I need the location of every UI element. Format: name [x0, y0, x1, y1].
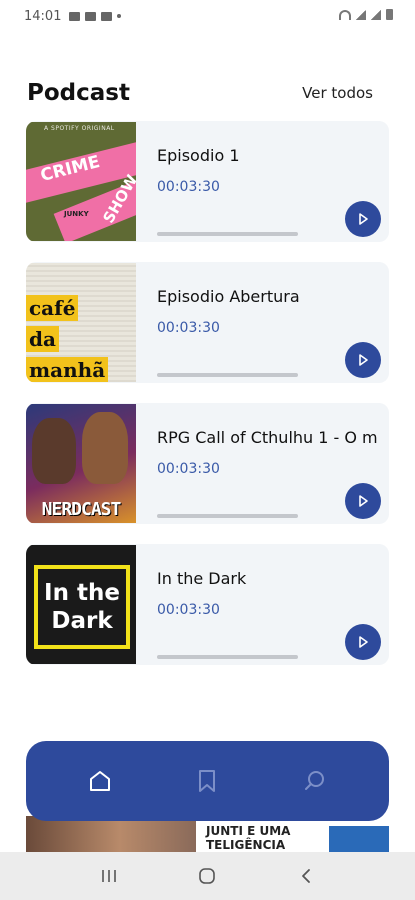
crime-show-cover: A SPOTIFY ORIGINAL CRIME SHOW JUNKY [26, 122, 136, 241]
cover-word: café [26, 295, 79, 321]
peek-image [26, 816, 196, 854]
episode-card[interactable]: A SPOTIFY ORIGINAL CRIME SHOW JUNKY Epis… [26, 121, 389, 242]
cover-word: NERDCAST [41, 499, 122, 520]
recent-apps-icon [102, 870, 116, 882]
bottom-nav [26, 741, 389, 821]
bookmark-icon [199, 770, 216, 792]
image-notification-icon [69, 11, 81, 21]
episode-duration: 00:03:30 [157, 320, 220, 336]
content-peek: JUNTI E UMA TELIGÊNCIA RTIFICIAL [26, 816, 389, 854]
episode-card[interactable]: NERDCAST RPG Call of Cthulhu 1 - O m 00:… [26, 403, 389, 524]
progress-bar[interactable] [157, 514, 298, 518]
nav-search[interactable] [295, 761, 335, 801]
episode-card[interactable]: In the Dark In the Dark 00:03:30 [26, 544, 389, 665]
cover-frame: In the Dark [34, 565, 130, 649]
cover-figure [82, 412, 128, 484]
status-time: 14:01 [24, 8, 62, 24]
wifi-icon [339, 9, 351, 20]
back-icon [301, 869, 310, 883]
battery-icon [386, 9, 393, 20]
cover-word: In the [44, 580, 120, 606]
nav-home[interactable] [80, 761, 120, 801]
home-circle-icon [199, 868, 216, 884]
cover-subtitle: A SPOTIFY ORIGINAL [44, 125, 115, 132]
cover-word: da [26, 326, 59, 352]
nav-bookmarks[interactable] [187, 761, 227, 801]
progress-bar[interactable] [157, 373, 298, 377]
play-button[interactable] [345, 483, 381, 519]
cover-figure [32, 418, 76, 484]
episode-duration: 00:03:30 [157, 461, 220, 477]
home-icon [89, 771, 110, 791]
more-notifications-icon [117, 14, 122, 18]
notification-icons [69, 11, 122, 21]
episode-title: RPG Call of Cthulhu 1 - O m [157, 428, 378, 447]
episode-title: In the Dark [157, 569, 247, 588]
play-icon [359, 354, 368, 366]
status-bar: 14:01 [0, 0, 415, 32]
section-title: Podcast [27, 80, 130, 106]
cover-word: Dark [51, 608, 113, 634]
episode-card[interactable]: café da manhã Episodio Abertura 00:03:30 [26, 262, 389, 383]
play-button[interactable] [345, 342, 381, 378]
episode-duration: 00:03:30 [157, 602, 220, 618]
episode-title: Episodio 1 [157, 146, 240, 165]
progress-bar[interactable] [157, 232, 298, 236]
back-button[interactable] [291, 861, 321, 891]
play-icon [359, 636, 368, 648]
in-the-dark-cover: In the Dark [26, 545, 136, 664]
episode-title: Episodio Abertura [157, 287, 300, 306]
play-icon [359, 495, 368, 507]
system-nav-bar [0, 852, 415, 900]
peek-image [329, 826, 389, 854]
see-all-link[interactable]: Ver todos [302, 84, 373, 102]
news-notification-icon [85, 11, 97, 21]
episode-duration: 00:03:30 [157, 179, 220, 195]
play-icon [359, 213, 368, 225]
recent-apps-button[interactable] [94, 861, 124, 891]
home-button[interactable] [192, 861, 222, 891]
cover-word: manhã [26, 357, 109, 382]
nerdcast-cover: NERDCAST [26, 404, 136, 523]
progress-bar[interactable] [157, 655, 298, 659]
system-status-icons [339, 9, 393, 20]
message-notification-icon [101, 11, 113, 21]
episode-list: A SPOTIFY ORIGINAL CRIME SHOW JUNKY Epis… [26, 121, 389, 685]
search-icon [305, 771, 325, 790]
signal-icon [356, 9, 366, 20]
cafe-da-manha-cover: café da manhã [26, 263, 136, 382]
peek-text: JUNTI E UMA TELIGÊNCIA RTIFICIAL [206, 824, 291, 854]
cover-word: JUNKY [64, 210, 89, 218]
signal-icon [371, 9, 381, 20]
play-button[interactable] [345, 624, 381, 660]
play-button[interactable] [345, 201, 381, 237]
